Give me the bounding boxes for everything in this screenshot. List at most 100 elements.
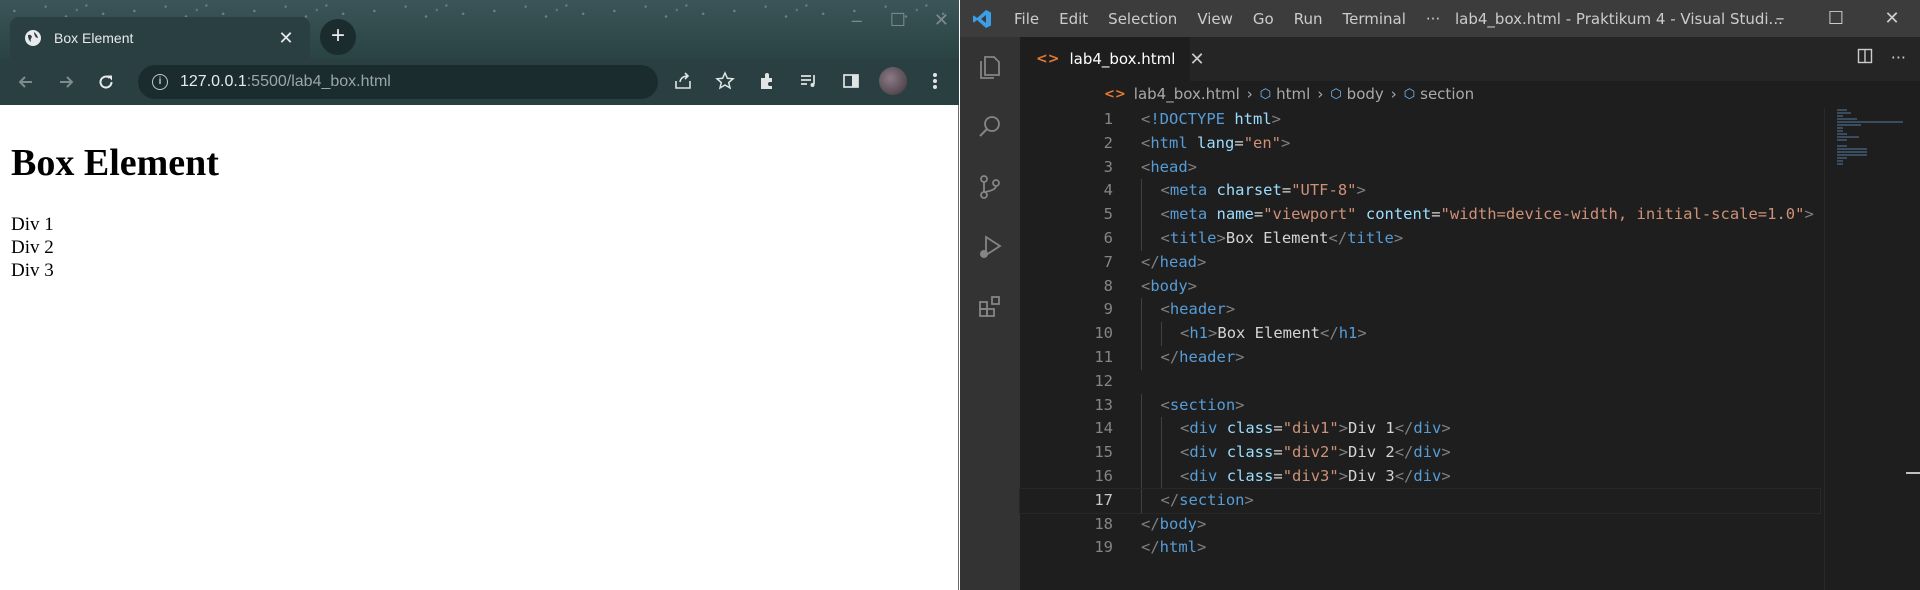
close-icon[interactable]: ✕ — [1864, 0, 1920, 37]
info-icon[interactable]: i — [152, 74, 168, 90]
maximize-icon[interactable]: ☐ — [890, 10, 906, 31]
explorer-icon[interactable] — [960, 37, 1020, 97]
side-panel-icon[interactable] — [837, 67, 865, 95]
code-text: <div class="div1">Div 1</div> — [1180, 417, 1451, 441]
minimap[interactable] — [1824, 108, 1906, 590]
div-2-text: Div 2 — [11, 237, 54, 258]
menu-view[interactable]: View — [1187, 10, 1243, 28]
url-host: 127.0.0.1 — [180, 73, 247, 90]
code-token: = — [1273, 443, 1283, 462]
minimize-icon[interactable]: – — [852, 10, 862, 31]
code-line[interactable]: 5 <meta name="viewport" content="width=de… — [1020, 203, 1820, 227]
code-token: > — [1338, 443, 1349, 462]
code-token: < — [1141, 276, 1151, 295]
code-token: div — [1189, 443, 1218, 462]
code-token: html — [1150, 133, 1188, 152]
extensions-icon[interactable] — [753, 67, 781, 95]
code-line[interactable]: 19 </html> — [1020, 536, 1820, 560]
tab-close-icon[interactable]: ✕ — [276, 28, 296, 49]
activity-bar — [960, 37, 1020, 590]
line-number: 17 — [1094, 490, 1113, 509]
indent-guide — [1141, 345, 1142, 370]
search-icon[interactable] — [960, 97, 1020, 157]
code-line[interactable]: 13 <section> — [1020, 393, 1820, 418]
forward-arrow-icon[interactable] — [52, 68, 80, 96]
code-line[interactable]: 14 <div class="div1">Div 1</div> — [1020, 417, 1820, 442]
line-number: 13 — [1094, 395, 1113, 414]
split-editor-icon[interactable] — [1857, 48, 1873, 68]
code-line[interactable]: 4 <meta charset="UTF-8"> — [1020, 179, 1820, 204]
scroll-position-marker — [1906, 472, 1920, 474]
back-arrow-icon[interactable] — [12, 68, 40, 96]
web-page-content: Box Element Div 1 Div 2 Div 3 — [0, 105, 958, 590]
code-token: meta — [1169, 205, 1208, 224]
code-token: = — [1253, 205, 1264, 224]
media-controls-icon[interactable] — [795, 67, 823, 95]
menu-go[interactable]: Go — [1243, 10, 1284, 28]
code-line[interactable]: 11 </header> — [1020, 345, 1820, 370]
code-line[interactable]: 10 <h1>Box Element</h1> — [1020, 322, 1820, 346]
code-token: > — [1441, 466, 1451, 485]
breadcrumb-section[interactable]: section — [1420, 85, 1474, 103]
indent-guide — [1141, 417, 1142, 442]
menu-run[interactable]: Run — [1284, 10, 1333, 28]
tab-close-icon[interactable]: ✕ — [1189, 49, 1204, 70]
code-token: > — [1197, 538, 1207, 557]
code-line[interactable]: 9 <header> — [1020, 298, 1820, 323]
code-line[interactable]: 2 <html lang="en"> — [1020, 132, 1820, 156]
close-icon[interactable]: ✕ — [934, 10, 949, 31]
code-line[interactable]: 7 </head> — [1020, 251, 1820, 275]
reload-icon[interactable] — [92, 68, 120, 96]
code-line[interactable]: 15 <div class="div2">Div 2</div> — [1020, 441, 1820, 465]
source-control-icon[interactable] — [960, 157, 1020, 217]
code-token: < — [1160, 181, 1170, 200]
share-icon[interactable] — [669, 67, 697, 95]
code-text: </section> — [1161, 489, 1254, 513]
more-vert-icon[interactable] — [921, 67, 949, 95]
editor-tab-lab4[interactable]: <> lab4_box.html ✕ — [1020, 37, 1205, 81]
run-debug-icon[interactable] — [960, 217, 1020, 277]
new-tab-button[interactable]: + — [320, 19, 356, 55]
code-line[interactable]: 3 <head> — [1020, 156, 1820, 180]
code-token: title — [1347, 228, 1394, 247]
menu-terminal[interactable]: Terminal — [1333, 10, 1416, 28]
extensions-icon[interactable] — [960, 277, 1020, 337]
minimize-icon[interactable]: – — [1752, 0, 1808, 37]
code-token: = — [1281, 181, 1292, 200]
code-token: > — [1235, 347, 1245, 366]
vertical-scrollbar[interactable] — [1906, 108, 1920, 590]
maximize-icon[interactable]: ☐ — [1808, 0, 1864, 37]
code-line[interactable]: 18 </body> — [1020, 513, 1820, 537]
breadcrumb-html[interactable]: html — [1276, 85, 1310, 103]
window-title: lab4_box.html - Praktikum 4 - Visual Stu… — [1455, 10, 1783, 28]
code-token: "UTF-8" — [1291, 181, 1357, 200]
star-icon[interactable] — [711, 67, 739, 95]
more-actions-icon[interactable]: ··· — [1891, 48, 1906, 68]
code-token: > — [1338, 419, 1349, 438]
code-text: </header> — [1161, 346, 1245, 370]
code-token: < — [1141, 133, 1151, 152]
desktop: Box Element ✕ + – ☐ ✕ i 127.0.0.1:5500/… — [0, 0, 1920, 590]
indent-guide — [1141, 226, 1142, 251]
code-line[interactable]: 16 <div class="div3">Div 3</div> — [1020, 464, 1820, 489]
browser-tab[interactable]: Box Element ✕ — [10, 17, 310, 59]
breadcrumb-file[interactable]: lab4_box.html — [1134, 85, 1240, 103]
code-line[interactable]: 8 <body> — [1020, 275, 1820, 299]
code-line[interactable]: 12 — [1020, 370, 1820, 394]
div-3-text: Div 3 — [11, 260, 54, 281]
menu-file[interactable]: File — [1004, 10, 1049, 28]
code-line[interactable]: 17 </section> — [1019, 487, 1821, 514]
menu-selection[interactable]: Selection — [1098, 10, 1187, 28]
address-bar[interactable]: i 127.0.0.1:5500/lab4_box.html — [138, 65, 658, 99]
code-editor[interactable]: 1 <!DOCTYPE html> 2 <html lang="en"> 3 <head>… — [1019, 108, 1821, 590]
code-token: < — [1141, 157, 1151, 176]
profile-avatar[interactable] — [879, 67, 907, 95]
code-token: > — [1441, 419, 1451, 438]
breadcrumb-body[interactable]: body — [1347, 85, 1384, 103]
menu-edit[interactable]: Edit — [1049, 10, 1098, 28]
code-line[interactable]: 6 <title>Box Element</title> — [1020, 226, 1820, 251]
code-line[interactable]: 1 <!DOCTYPE html> — [1020, 108, 1820, 132]
menu-more[interactable]: ··· — [1416, 10, 1450, 28]
